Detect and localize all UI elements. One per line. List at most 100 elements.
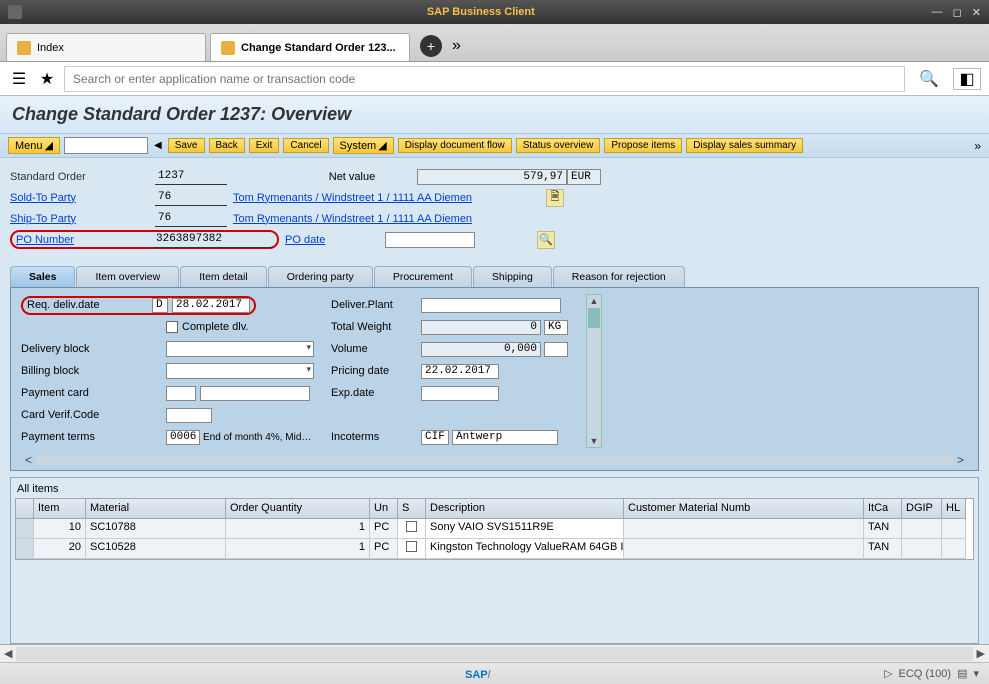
- reqdeliv-date-input[interactable]: [172, 298, 250, 313]
- cell-desc[interactable]: Sony VAIO SVS1511R9E: [426, 519, 624, 539]
- command-input[interactable]: [64, 137, 148, 154]
- scroll-thumb[interactable]: [588, 308, 600, 328]
- soldto-input[interactable]: [155, 190, 227, 206]
- scroll-left-icon[interactable]: ◀: [0, 647, 16, 660]
- incoterms-loc-input[interactable]: [452, 430, 558, 445]
- podate-label[interactable]: PO date: [285, 234, 385, 246]
- card-verif-input[interactable]: [166, 408, 212, 423]
- panel-vscrollbar[interactable]: ▲ ▼: [586, 294, 602, 448]
- hscroll-track[interactable]: [36, 455, 953, 465]
- complete-dlv-checkbox[interactable]: [166, 321, 178, 333]
- card-verif-label: Card Verif.Code: [21, 409, 166, 421]
- shipto-party-link[interactable]: Tom Rymenants / Windstreet 1 / 1111 AA D…: [233, 213, 472, 225]
- search-input[interactable]: [64, 66, 905, 92]
- col-qty[interactable]: Order Quantity: [226, 499, 370, 519]
- col-desc[interactable]: Description: [426, 499, 624, 519]
- table-row[interactable]: 20 SC10528 1 PC Kingston Technology Valu…: [16, 539, 973, 559]
- more-tabs-icon[interactable]: »: [448, 37, 461, 55]
- col-un[interactable]: Un: [370, 499, 398, 519]
- shipto-input[interactable]: [155, 211, 227, 227]
- weight-unit-input[interactable]: [544, 320, 568, 335]
- search-icon[interactable]: 🔍: [919, 69, 939, 89]
- prev-arrow-icon[interactable]: ◀: [152, 140, 164, 151]
- hamburger-icon[interactable]: ☰: [8, 68, 30, 90]
- shipto-label[interactable]: Ship-To Party: [10, 213, 155, 225]
- reqdeliv-label: Req. deliv.date: [27, 299, 152, 311]
- tab-ordering-party[interactable]: Ordering party: [268, 266, 373, 287]
- table-row[interactable]: 10 SC10788 1 PC Sony VAIO SVS1511R9E TAN: [16, 519, 973, 539]
- system-button[interactable]: System◢: [333, 137, 394, 154]
- cell-s[interactable]: [398, 519, 426, 539]
- favorite-icon[interactable]: ★: [36, 68, 58, 90]
- add-tab-button[interactable]: +: [420, 35, 442, 57]
- apptab-change-order[interactable]: Change Standard Order 123...: [210, 33, 410, 61]
- display-docflow-button[interactable]: Display document flow: [398, 138, 512, 153]
- soldto-label[interactable]: Sold-To Party: [10, 192, 155, 204]
- incoterms-code-input[interactable]: [421, 430, 449, 445]
- back-button[interactable]: Back: [209, 138, 245, 153]
- checkbox-icon[interactable]: [406, 541, 417, 552]
- menu-button[interactable]: Menu◢: [8, 137, 60, 154]
- document-icon[interactable]: 🗎: [546, 189, 564, 207]
- scroll-down-icon[interactable]: ▼: [590, 435, 599, 447]
- col-material[interactable]: Material: [86, 499, 226, 519]
- col-custmat[interactable]: Customer Material Numb: [624, 499, 864, 519]
- volume-unit-input[interactable]: [544, 342, 568, 357]
- cell-desc[interactable]: Kingston Technology ValueRAM 64GB I: [426, 539, 624, 559]
- grid-selector-col[interactable]: [16, 499, 34, 519]
- checkbox-icon[interactable]: [406, 521, 417, 532]
- col-itca[interactable]: ItCa: [864, 499, 902, 519]
- col-hl[interactable]: HL: [942, 499, 966, 519]
- deliver-plant-input[interactable]: [421, 298, 561, 313]
- layout-icon[interactable]: ▤: [957, 667, 967, 680]
- std-order-input[interactable]: [155, 169, 227, 185]
- tab-item-overview[interactable]: Item overview: [76, 266, 179, 287]
- col-s[interactable]: S: [398, 499, 426, 519]
- billing-block-dropdown[interactable]: [166, 363, 314, 379]
- pono-input[interactable]: [153, 232, 273, 248]
- toolbar-more-icon[interactable]: »: [974, 139, 981, 153]
- search-help-icon[interactable]: 🔍: [537, 231, 555, 249]
- payment-card-no-input[interactable]: [200, 386, 310, 401]
- row-selector[interactable]: [16, 539, 34, 559]
- app-logo-icon: [8, 5, 22, 19]
- hscroll-track[interactable]: [16, 647, 972, 661]
- row-selector[interactable]: [16, 519, 34, 539]
- close-icon[interactable]: ✕: [972, 6, 981, 19]
- minimize-icon[interactable]: —: [932, 6, 943, 19]
- propose-items-button[interactable]: Propose items: [604, 138, 682, 153]
- tab-reason-rejection[interactable]: Reason for rejection: [553, 266, 685, 287]
- pricing-date-input[interactable]: [421, 364, 499, 379]
- podate-input[interactable]: [385, 232, 475, 248]
- scroll-left-icon[interactable]: <: [21, 453, 36, 467]
- scroll-right-icon[interactable]: >: [953, 453, 968, 467]
- cancel-button[interactable]: Cancel: [283, 138, 328, 153]
- cell-s[interactable]: [398, 539, 426, 559]
- volume-field: [421, 342, 541, 357]
- exit-button[interactable]: Exit: [249, 138, 280, 153]
- scroll-right-icon[interactable]: ▶: [973, 647, 989, 660]
- col-item[interactable]: Item: [34, 499, 86, 519]
- tab-sales[interactable]: Sales: [10, 266, 75, 287]
- apptab-index[interactable]: Index: [6, 33, 206, 61]
- tab-procurement[interactable]: Procurement: [374, 266, 472, 287]
- scroll-right-status-icon[interactable]: ▷: [884, 667, 892, 680]
- status-overview-button[interactable]: Status overview: [516, 138, 601, 153]
- display-sales-summary-button[interactable]: Display sales summary: [686, 138, 803, 153]
- tab-item-detail[interactable]: Item detail: [180, 266, 266, 287]
- payment-card-input[interactable]: [166, 386, 196, 401]
- save-button[interactable]: Save: [168, 138, 205, 153]
- maximize-icon[interactable]: ◻: [953, 6, 962, 19]
- reqdeliv-type-input[interactable]: [152, 298, 168, 313]
- payment-terms-code-input[interactable]: [166, 430, 200, 445]
- panel-toggle-icon[interactable]: ◧: [953, 68, 981, 90]
- soldto-party-link[interactable]: Tom Rymenants / Windstreet 1 / 1111 AA D…: [233, 192, 472, 204]
- tab-shipping[interactable]: Shipping: [473, 266, 552, 287]
- delivery-block-dropdown[interactable]: [166, 341, 314, 357]
- scroll-up-icon[interactable]: ▲: [590, 295, 599, 307]
- main-hscrollbar[interactable]: ◀ ▶: [0, 644, 989, 662]
- exp-date-input[interactable]: [421, 386, 499, 401]
- pono-label[interactable]: PO Number: [16, 234, 153, 246]
- dropdown-icon[interactable]: ▾: [973, 667, 979, 680]
- col-dgip[interactable]: DGIP: [902, 499, 942, 519]
